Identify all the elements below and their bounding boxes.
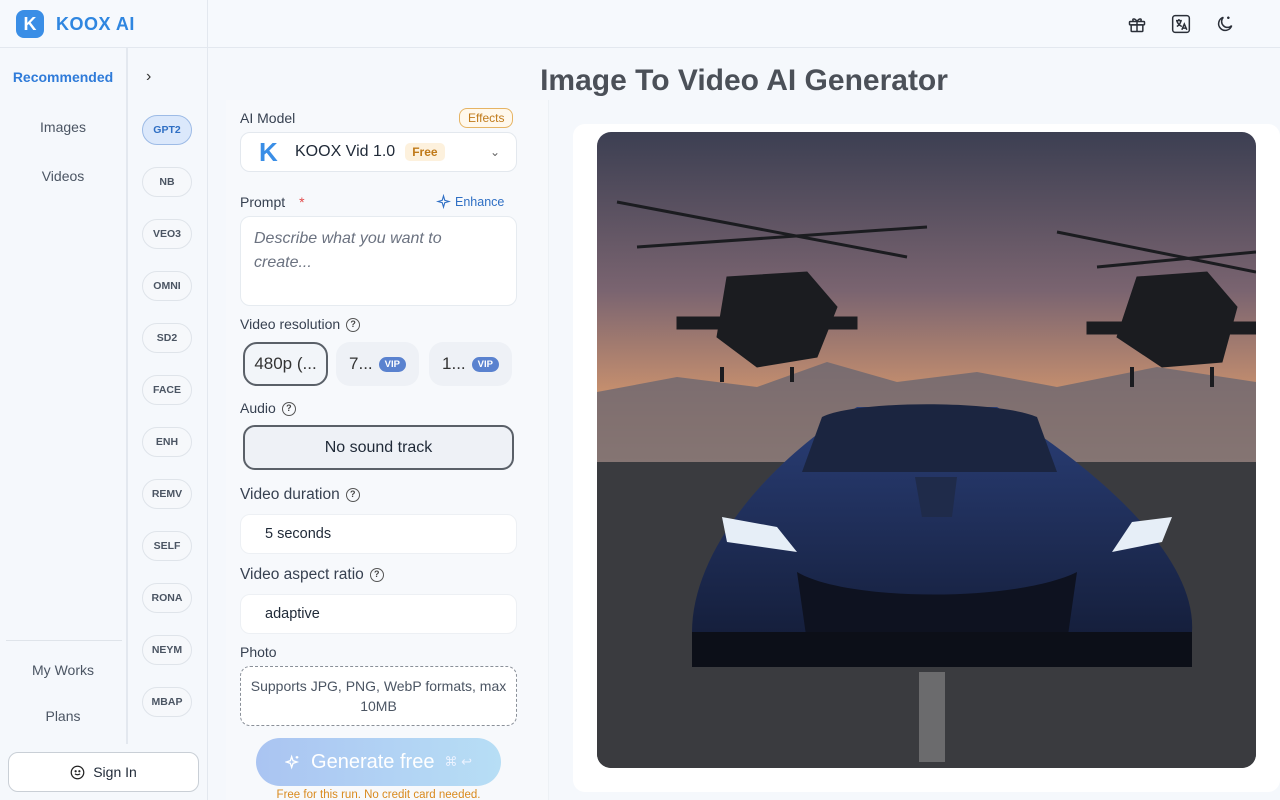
duration-label: Video duration? <box>240 486 360 504</box>
sidebar-item-recommended[interactable]: Recommended <box>0 69 126 85</box>
resolution-label-text: Video resolution <box>240 316 341 332</box>
aspect-ratio-select[interactable]: adaptive <box>240 594 517 634</box>
aspect-ratio-label-text: Video aspect ratio <box>240 566 364 583</box>
model-pill-mbap[interactable]: MBAP <box>142 687 192 717</box>
model-pill-face[interactable]: FACE <box>142 375 192 405</box>
logo-mark: K <box>16 10 44 38</box>
prompt-label: Prompt * <box>240 194 305 210</box>
model-pill-sd2[interactable]: SD2 <box>142 323 192 353</box>
audio-label: Audio? <box>240 400 296 417</box>
sparkle-icon <box>285 754 300 770</box>
preview-image <box>597 132 1256 768</box>
gift-icon[interactable] <box>1126 13 1148 35</box>
model-pill-veo3[interactable]: VEO3 <box>142 219 192 249</box>
chevron-down-icon: ⌄ <box>489 145 500 159</box>
enhance-label: Enhance <box>455 194 505 209</box>
resolution-label: Video resolution? <box>240 316 361 333</box>
generate-shortcut: ⌘ ↩ <box>444 754 472 769</box>
free-badge: Free <box>405 143 445 161</box>
sign-in-button[interactable]: Sign In <box>8 752 199 792</box>
prompt-label-text: Prompt <box>240 194 286 210</box>
model-name: KOOX Vid 1.0 <box>295 143 396 160</box>
audio-option-no-sound[interactable]: No sound track <box>243 425 514 470</box>
page-title: Image To Video AI Generator <box>540 64 948 97</box>
sidebar-item-my-works[interactable]: My Works <box>0 662 126 678</box>
resolution-option-label: 1... <box>442 354 466 373</box>
model-pill-neym[interactable]: NEYM <box>142 635 192 665</box>
required-marker: * <box>299 194 305 210</box>
resolution-option-480p[interactable]: 480p (... <box>243 342 328 386</box>
top-actions <box>1126 13 1236 35</box>
app-name: KOOX AI <box>56 13 135 34</box>
help-icon[interactable]: ? <box>346 318 361 333</box>
resolution-option-label: 480p (... <box>254 354 317 373</box>
sign-in-label: Sign In <box>93 764 137 780</box>
generate-label: Generate free <box>311 750 435 773</box>
free-note: Free for this run. No credit card needed… <box>276 789 481 800</box>
model-logo-icon: K <box>259 137 278 167</box>
chevron-right-icon[interactable]: › <box>146 68 151 86</box>
resolution-option-720p[interactable]: 7... VIP <box>336 342 419 386</box>
ai-model-label: AI Model <box>240 110 296 126</box>
resolution-option-1080p[interactable]: 1... VIP <box>429 342 512 386</box>
help-icon[interactable]: ? <box>345 487 360 502</box>
model-pill-nb[interactable]: NB <box>142 167 192 197</box>
sidebar-split <box>126 48 128 744</box>
resolution-option-label: 7... <box>349 354 373 373</box>
top-bar: K KOOX AI <box>0 0 1280 48</box>
help-icon[interactable]: ? <box>281 402 296 417</box>
photo-label: Photo <box>240 644 277 660</box>
effects-button[interactable]: Effects <box>459 108 514 128</box>
duration-label-text: Video duration <box>240 486 340 503</box>
translate-icon[interactable] <box>1170 13 1192 35</box>
duration-select[interactable]: 5 seconds <box>240 514 517 554</box>
model-pill-enh[interactable]: ENH <box>142 427 192 457</box>
model-pill-gpt2[interactable]: GPT2 <box>142 115 192 145</box>
photo-upload-dropzone[interactable]: Supports JPG, PNG, WebP formats, max 10M… <box>240 666 517 726</box>
sparkle-icon <box>436 194 451 209</box>
vip-badge: VIP <box>471 356 499 372</box>
moon-icon[interactable] <box>1214 13 1236 35</box>
sidebar-divider <box>6 640 122 641</box>
vip-badge: VIP <box>378 356 406 372</box>
aspect-ratio-label: Video aspect ratio? <box>240 566 384 584</box>
generate-button[interactable]: Generate free ⌘ ↩ <box>256 738 501 786</box>
help-icon[interactable]: ? <box>369 567 384 582</box>
audio-label-text: Audio <box>240 400 276 416</box>
model-pill-self[interactable]: SELF <box>142 531 192 561</box>
panel-divider <box>207 0 208 800</box>
app-logo[interactable]: K KOOX AI <box>16 10 135 38</box>
prompt-input[interactable] <box>240 216 517 306</box>
model-select[interactable]: K KOOX Vid 1.0 Free ⌄ <box>240 132 517 172</box>
model-pill-omni[interactable]: OMNI <box>142 271 192 301</box>
sidebar-item-plans[interactable]: Plans <box>0 708 126 724</box>
sidebar-item-videos[interactable]: Videos <box>0 168 126 184</box>
sidebar-item-images[interactable]: Images <box>0 119 126 135</box>
enhance-button[interactable]: Enhance <box>436 194 504 209</box>
smile-icon <box>70 765 85 779</box>
model-pill-remv[interactable]: REMV <box>142 479 192 509</box>
model-pill-rona[interactable]: RONA <box>142 583 192 613</box>
